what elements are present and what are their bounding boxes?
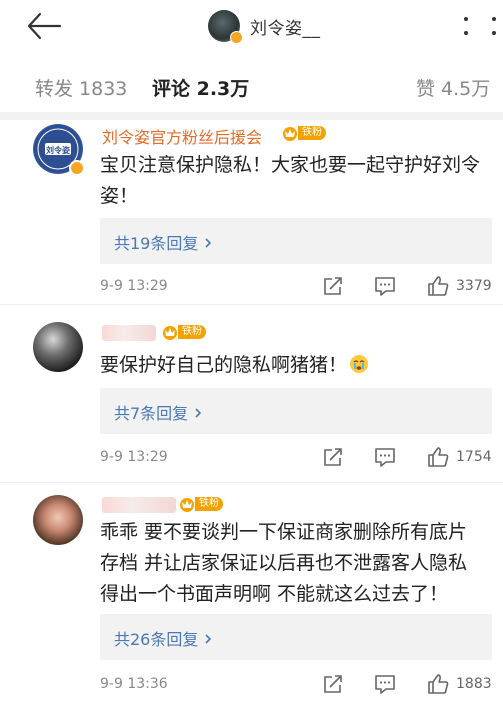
arrow-left-icon[interactable] (24, 8, 64, 44)
avatar[interactable] (208, 10, 243, 44)
tab-comments[interactable]: 评论 2.3万 (152, 74, 249, 101)
share-icon[interactable] (321, 445, 345, 469)
comment-item: 刘令姿 刘令姿官方粉丝后援会 铁粉 宝贝注意保护隐私！大家也要一起守护好刘令姿！… (0, 120, 503, 305)
share-icon[interactable] (321, 672, 345, 696)
avatar[interactable] (33, 322, 83, 372)
verified-badge-icon (230, 31, 243, 44)
avatar[interactable]: 刘令姿 (33, 124, 85, 176)
top-bar: 刘令姿__ (0, 0, 503, 52)
comment-icon[interactable] (373, 274, 397, 298)
fan-badge: 铁粉 (281, 125, 326, 141)
page-title-text: 刘令姿__ (250, 18, 321, 39)
like-icon[interactable] (426, 672, 450, 696)
tab-likes[interactable]: 赞 4.5万 (416, 74, 490, 101)
avatar[interactable] (33, 495, 83, 545)
like-icon[interactable] (426, 445, 450, 469)
comment-time: 9-9 13:29 (100, 278, 168, 294)
commenter-name[interactable] (102, 325, 156, 341)
comment-icon[interactable] (373, 672, 397, 696)
comment-text: 要保护好自己的隐私啊猪猪！ (100, 350, 490, 381)
chevron-right-icon (205, 634, 212, 644)
reply-summary[interactable]: 共26条回复 (100, 614, 492, 660)
like-count: 1754 (456, 449, 492, 465)
like-icon[interactable] (426, 274, 450, 298)
comment-icon[interactable] (373, 445, 397, 469)
commenter-name[interactable] (102, 497, 176, 513)
reply-summary[interactable]: 共7条回复 (100, 388, 492, 434)
more-vertical-icon[interactable] (462, 15, 498, 37)
tab-repost[interactable]: 转发 1833 (35, 74, 127, 101)
tab-bar: 转发 1833 评论 2.3万 赞 4.5万 (0, 52, 503, 112)
fan-badge: 铁粉 (178, 496, 223, 512)
section-divider (0, 112, 503, 120)
page-title: 刘令姿__ (208, 9, 321, 44)
comment-time: 9-9 13:36 (100, 676, 168, 692)
reply-summary[interactable]: 共19条回复 (100, 218, 492, 264)
crying-face-icon (350, 355, 369, 373)
chevron-right-icon (195, 408, 202, 418)
view-replies-link[interactable]: 共19条回复 (114, 230, 213, 254)
view-replies-link[interactable]: 共7条回复 (114, 400, 203, 424)
fan-badge: 铁粉 (161, 324, 206, 340)
view-replies-link[interactable]: 共26条回复 (114, 626, 213, 650)
comment-item: 铁粉 要保护好自己的隐私啊猪猪！ 共7条回复 9-9 13:29 1754 (0, 305, 503, 483)
comment-time: 9-9 13:29 (100, 449, 168, 465)
verified-badge-icon (69, 160, 85, 176)
like-count: 3379 (456, 278, 492, 294)
comment-text: 乖乖 要不要谈判一下保证商家删除所有底片存档 并让店家保证以后再也不泄露客人隐私… (100, 521, 468, 605)
share-icon[interactable] (321, 274, 345, 298)
chevron-right-icon (205, 238, 212, 248)
comment-item: 铁粉 乖乖 要不要谈判一下保证商家删除所有底片存档 并让店家保证以后再也不泄露客… (0, 483, 503, 701)
like-count: 1883 (456, 676, 492, 692)
svg-text:刘令姿: 刘令姿 (46, 145, 70, 155)
commenter-name[interactable]: 刘令姿官方粉丝后援会 (102, 124, 262, 148)
comment-text: 宝贝注意保护隐私！大家也要一起守护好刘令姿！ (100, 154, 481, 207)
